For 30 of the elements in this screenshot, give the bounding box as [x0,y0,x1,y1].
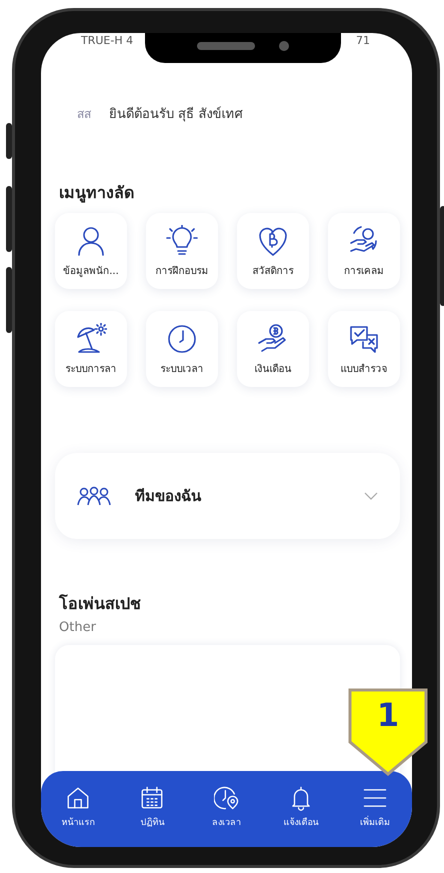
user-initials: สส [77,106,91,123]
shortcut-tile[interactable]: ข้อมูลพนัก... [55,213,127,289]
battery-text: 71 [356,35,370,47]
team-dropdown[interactable]: ทีมของฉัน [55,453,400,539]
shortcut-tile[interactable]: แบบสำรวจ [328,311,400,387]
beach-umbrella-icon [75,322,107,354]
nav-tab[interactable]: ลงเวลา [194,785,260,829]
welcome-text: ยินดีต้อนรับ สุธี สังข์เทศ [109,106,242,124]
nav-tab[interactable]: เพิ่มเติม [342,785,408,829]
shortcut-tile[interactable]: การฝึกอบรม [146,213,218,289]
section-title: เมนูทางลัด [59,182,135,205]
home-icon [65,785,91,811]
nav-tab[interactable]: แจ้งเตือน [268,785,334,829]
callout-marker: 1 [348,688,428,776]
carrier-text: TRUE-H 4 [81,35,134,47]
shortcut-tile[interactable]: สวัสดิการ [237,213,309,289]
lightbulb-icon [166,224,198,256]
clock-icon [166,322,198,354]
section-subtitle: Other [59,620,97,635]
shortcut-tile[interactable]: เงินเดือน [237,311,309,387]
calendar-icon [139,785,166,811]
section-title: โอเพ่นสเปช [59,593,142,615]
shortcut-tile[interactable]: การเคลม [328,213,400,289]
clock-pin-icon [214,785,240,811]
nav-tab[interactable]: ปฏิทิน [119,785,186,829]
shortcut-tile[interactable]: ระบบการลา [55,311,127,387]
group-icon [77,486,111,506]
shortcut-tile[interactable]: ระบบเวลา [146,311,218,387]
nav-tab[interactable]: หน้าแรก [45,785,111,829]
person-icon [75,224,107,256]
